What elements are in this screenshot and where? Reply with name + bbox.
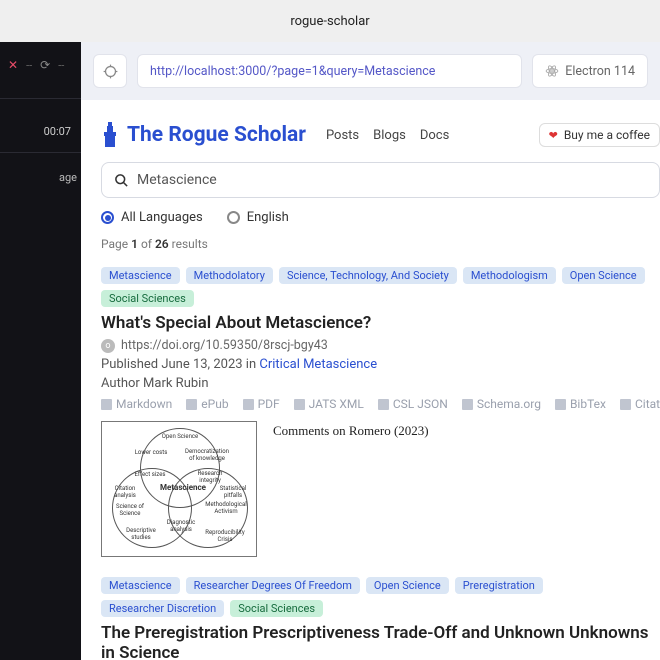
result-figure: Open Science Lower costs Democratization… xyxy=(101,421,257,557)
electron-icon xyxy=(545,64,559,78)
cypress-sidebar: ✕ -- ⟳ -- 00:07 age xyxy=(0,42,81,660)
format-epub[interactable]: ePub xyxy=(186,397,228,411)
file-icon xyxy=(555,399,566,410)
result-title[interactable]: The Preregistration Prescriptiveness Tra… xyxy=(101,623,660,660)
tag[interactable]: Open Science xyxy=(562,267,645,284)
file-icon xyxy=(101,399,112,410)
format-links: Markdown ePub PDF JATS XML CSL JSON Sche… xyxy=(101,397,660,411)
nav-docs[interactable]: Docs xyxy=(420,128,449,143)
brand-title: The Rogue Scholar xyxy=(127,123,306,147)
format-pdf[interactable]: PDF xyxy=(243,397,280,411)
tag[interactable]: Metascience xyxy=(101,267,180,284)
doi-icon: o xyxy=(101,339,115,353)
tag[interactable]: Science, Technology, And Society xyxy=(279,267,457,284)
brand-logo-icon xyxy=(101,122,119,148)
tag[interactable]: Methodologism xyxy=(463,267,556,284)
sidebar-label: age xyxy=(0,153,81,184)
results-count: Page 1 of 26 results xyxy=(101,237,660,251)
file-icon xyxy=(294,399,305,410)
test-timer: 00:07 xyxy=(0,99,81,138)
file-icon xyxy=(378,399,389,410)
format-bibtex[interactable]: BibTex xyxy=(555,397,606,411)
tag[interactable]: Social Sciences xyxy=(101,290,194,307)
result-abstract: Comments on Romero (2023) xyxy=(273,421,429,557)
tag[interactable]: Social Sciences xyxy=(230,600,323,617)
search-input[interactable]: Metascience xyxy=(101,162,660,198)
format-schema[interactable]: Schema.org xyxy=(462,397,541,411)
close-icon[interactable]: ✕ xyxy=(8,58,18,72)
result-title[interactable]: What's Special About Metascience? xyxy=(101,313,660,333)
crosshair-icon xyxy=(103,64,118,79)
heart-icon: ❤ xyxy=(549,129,558,142)
url-display[interactable]: http://localhost:3000/?page=1&query=Meta… xyxy=(137,54,522,88)
search-value: Metascience xyxy=(137,172,217,188)
format-citation[interactable]: Citation xyxy=(620,397,660,411)
window-title: rogue-scholar xyxy=(290,14,369,29)
format-jats[interactable]: JATS XML xyxy=(294,397,364,411)
tag[interactable]: Researcher Discretion xyxy=(101,600,224,617)
radio-unselected-icon xyxy=(227,211,240,224)
result-item: Metascience Methodolatory Science, Techn… xyxy=(101,267,660,557)
tag[interactable]: Researcher Degrees Of Freedom xyxy=(186,577,360,594)
app-under-test: The Rogue Scholar Posts Blogs Docs ❤ Buy… xyxy=(81,100,660,660)
window-titlebar: rogue-scholar xyxy=(0,0,660,42)
radio-selected-icon xyxy=(101,211,114,224)
radio-all-languages[interactable]: All Languages xyxy=(101,210,203,225)
nav-blogs[interactable]: Blogs xyxy=(373,128,406,143)
radio-label: English xyxy=(247,210,289,225)
radio-english[interactable]: English xyxy=(227,210,289,225)
nav-posts[interactable]: Posts xyxy=(326,128,359,143)
tag[interactable]: Open Science xyxy=(366,577,449,594)
published-line: Published June 13, 2023 in Critical Meta… xyxy=(101,357,660,372)
file-icon xyxy=(243,399,254,410)
separator: -- xyxy=(56,59,66,72)
selector-target-button[interactable] xyxy=(93,54,127,88)
doi-text: https://doi.org/10.59350/8rscj-bgy43 xyxy=(121,338,328,353)
browser-label: Electron 114 xyxy=(565,64,635,79)
file-icon xyxy=(620,399,631,410)
search-icon xyxy=(114,173,129,188)
file-icon xyxy=(186,399,197,410)
site-brand[interactable]: The Rogue Scholar xyxy=(101,122,306,148)
format-markdown[interactable]: Markdown xyxy=(101,397,172,411)
buy-coffee-button[interactable]: ❤ Buy me a coffee xyxy=(539,123,660,147)
file-icon xyxy=(462,399,473,410)
format-csl[interactable]: CSL JSON xyxy=(378,397,448,411)
doi-link[interactable]: o https://doi.org/10.59350/8rscj-bgy43 xyxy=(101,338,660,353)
browser-selector[interactable]: Electron 114 xyxy=(532,54,648,88)
url-text: http://localhost:3000/?page=1&query=Meta… xyxy=(150,64,435,79)
tag[interactable]: Metascience xyxy=(101,577,180,594)
tag[interactable]: Methodolatory xyxy=(186,267,273,284)
coffee-label: Buy me a coffee xyxy=(564,128,650,142)
radio-label: All Languages xyxy=(121,210,203,225)
result-item: Metascience Researcher Degrees Of Freedo… xyxy=(101,577,660,660)
reload-icon[interactable]: ⟳ xyxy=(40,58,50,72)
venue-link[interactable]: Critical Metascience xyxy=(259,357,377,372)
tag[interactable]: Preregistration xyxy=(455,577,543,594)
separator: -- xyxy=(24,59,34,72)
author-line: Author Mark Rubin xyxy=(101,376,660,391)
